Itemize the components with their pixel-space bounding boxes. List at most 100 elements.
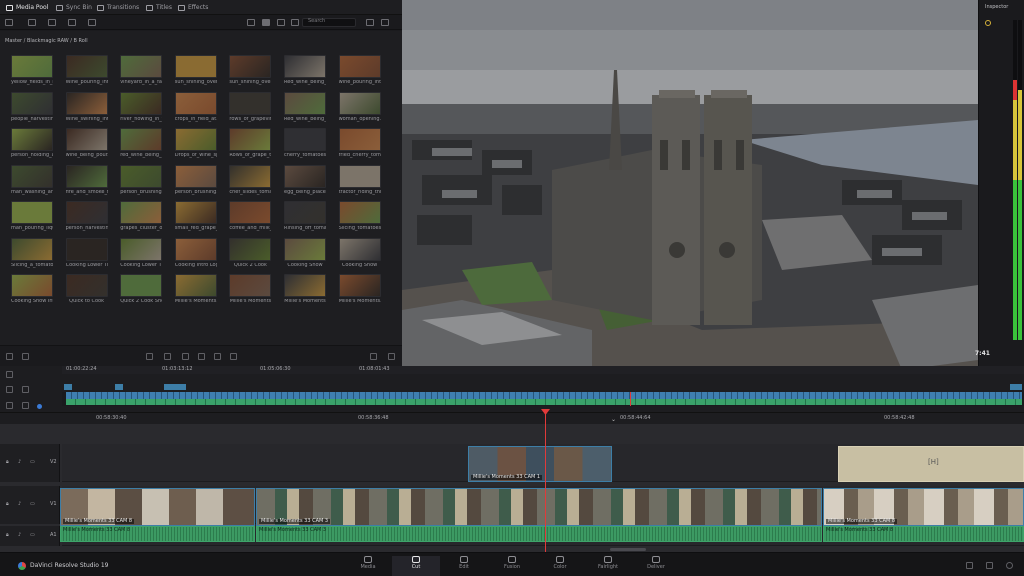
lock-icon[interactable]: 🔒︎ xyxy=(6,533,9,538)
clip-thumbnail[interactable]: Millie's Moments xyxy=(284,274,326,306)
audio-clip-a1-c[interactable]: Millie's Moments 33 CAM 8 xyxy=(823,526,1024,542)
timeline-scrollbar[interactable] xyxy=(610,548,646,551)
audio-clip-a1-b[interactable]: Millie's Moments 33 CAM 3 xyxy=(256,526,822,542)
import-icon[interactable] xyxy=(28,19,36,26)
clip-thumbnail[interactable]: cherry_tomatoes... xyxy=(284,128,326,160)
clip-thumbnail[interactable]: wine_pouring_into... xyxy=(338,55,381,87)
tab-media-pool[interactable]: Media Pool xyxy=(6,4,48,12)
clip-thumbnail[interactable]: tractor_riding_thro... xyxy=(338,164,381,197)
page-color[interactable]: Color xyxy=(536,556,584,576)
clip-thumbnail[interactable]: Millie's Moments xyxy=(229,274,272,306)
clip-thumbnail[interactable]: coffee_and_milk_b... xyxy=(229,201,272,233)
sidebar-toggle-icon[interactable] xyxy=(5,19,13,26)
clip-thumbnail[interactable]: rows_of_grapevin... xyxy=(229,91,272,124)
clip-thumbnail[interactable]: red_wine_being_p... xyxy=(120,128,163,160)
flag-icon[interactable] xyxy=(22,353,29,360)
clip-thumbnail[interactable]: Red_wine_being_po... xyxy=(284,91,326,124)
timeline-overview[interactable] xyxy=(62,392,1024,406)
clip-thumbnail[interactable]: Quick 2 Cook xyxy=(229,237,272,270)
clip-thumbnail[interactable]: people_harvesting... xyxy=(11,91,53,124)
clip-thumbnail[interactable]: person_brushing... xyxy=(120,164,163,197)
search-options-icon[interactable] xyxy=(366,19,374,26)
record-indicator-icon[interactable] xyxy=(37,404,42,409)
tab-transitions[interactable]: Transitions xyxy=(97,4,139,12)
clip-thumbnail[interactable]: man_washing_an... xyxy=(11,164,53,197)
chevron-down-icon[interactable]: ⌄ xyxy=(611,417,616,423)
viewer-mode-icon[interactable] xyxy=(370,353,377,360)
clip-thumbnail[interactable]: chef_slides_tomat... xyxy=(229,164,272,197)
tab-titles[interactable]: Titles xyxy=(146,4,172,12)
smart-insert-icon[interactable] xyxy=(146,353,153,360)
clip-thumbnail[interactable]: Red_wine_being_pour... xyxy=(284,55,326,87)
fullscreen-icon[interactable] xyxy=(388,353,395,360)
monitor-icon[interactable]: ▭ xyxy=(30,533,35,538)
clip-thumbnail[interactable]: Cooking Lower Thi... xyxy=(65,237,108,270)
mini-ruler[interactable]: 01:00:22:24 01:03:13:12 01:05:06:30 01:0… xyxy=(62,366,1024,374)
clip-thumbnail[interactable]: crops_in_field_at... xyxy=(174,91,217,124)
clip-thumbnail[interactable]: fried_cherry_tomat... xyxy=(338,128,381,160)
grid-view-icon[interactable] xyxy=(262,19,270,26)
clip-thumbnail[interactable]: Quick to Cook xyxy=(65,274,108,306)
clip-thumbnail[interactable]: woman_opening... xyxy=(338,91,381,124)
lock-icon[interactable]: 🔒︎ xyxy=(6,460,9,465)
viewer[interactable] xyxy=(402,0,978,390)
audio-meter-icon[interactable] xyxy=(985,20,991,26)
import-folder-icon[interactable] xyxy=(48,19,56,26)
search-input[interactable]: Search xyxy=(302,18,356,27)
clip-thumbnail[interactable]: man_pouring_liqu... xyxy=(11,201,53,233)
clip-thumbnail[interactable]: Rinsing_off_tomat... xyxy=(284,201,326,233)
track-header-v1[interactable]: 🔒︎ ♪ ▭ V1 xyxy=(0,486,60,524)
breadcrumb[interactable]: Master / Blackmagic RAW / B Roll xyxy=(5,39,88,44)
page-fairlight[interactable]: Fairlight xyxy=(584,556,632,576)
clip-thumbnail[interactable]: Millie's Moments... xyxy=(174,274,217,306)
clip-thumbnail[interactable]: fire_and_smoke_f... xyxy=(65,164,108,197)
clip-thumbnail[interactable]: person_harvestin... xyxy=(65,201,108,233)
home-icon[interactable] xyxy=(986,562,993,569)
track-header-a1[interactable]: 🔒︎ ♪ ▭ A1 xyxy=(0,526,60,546)
visibility-icon[interactable] xyxy=(22,386,29,393)
clip-thumbnail[interactable]: Drops_of_wine_sp... xyxy=(174,128,217,160)
timeline-options-icon[interactable] xyxy=(6,371,13,378)
video-clip-v2[interactable]: Millie's Moments 33 CAM 1 xyxy=(468,446,612,482)
source-overwrite-icon[interactable] xyxy=(230,353,237,360)
cloud-icon[interactable] xyxy=(966,562,973,569)
clip-thumbnail[interactable]: Cooking Intro Log... xyxy=(174,237,217,270)
mark-icon[interactable] xyxy=(6,353,13,360)
clip-thumbnail[interactable]: person_holding_a... xyxy=(11,128,53,160)
clip-thumbnail[interactable]: Wine_swirling_into... xyxy=(65,91,108,124)
clip-thumbnail[interactable]: yellow_fields_in_la... xyxy=(11,55,53,87)
monitor-icon[interactable]: ▭ xyxy=(30,460,35,465)
page-fusion[interactable]: Fusion xyxy=(488,556,536,576)
clip-thumbnail[interactable]: Cooking Show xyxy=(338,237,381,270)
list-view-icon[interactable] xyxy=(247,19,255,26)
clip-thumbnail[interactable]: sun_shining_over... xyxy=(174,55,217,87)
clip-thumbnail[interactable]: Cooking Show xyxy=(284,237,326,270)
snap-icon[interactable] xyxy=(22,402,29,409)
clip-thumbnail[interactable]: Slicing_a_tomato... xyxy=(11,237,53,270)
audio-clip-a1-a[interactable]: Millie's Moments 33 CAM 8 xyxy=(60,526,255,542)
filmstrip-view-icon[interactable] xyxy=(277,19,285,26)
speaker-icon[interactable]: ♪ xyxy=(18,460,21,465)
page-deliver[interactable]: Deliver xyxy=(632,556,680,576)
clip-thumbnail[interactable]: Rows_of_grape_tr... xyxy=(229,128,272,160)
clip-thumbnail[interactable]: Slicing_tomatoes... xyxy=(338,201,381,233)
ripple-overwrite-icon[interactable] xyxy=(182,353,189,360)
sync-icon[interactable] xyxy=(68,19,76,26)
clip-thumbnail[interactable]: Cooking Show Int... xyxy=(11,274,53,306)
clip-thumbnail[interactable]: vineyard_in_a_far... xyxy=(120,55,163,87)
page-media[interactable]: Media xyxy=(344,556,392,576)
refresh-icon[interactable] xyxy=(381,19,389,26)
lock-icon[interactable] xyxy=(6,386,13,393)
clip-thumbnail[interactable]: wine_being_pour... xyxy=(65,128,108,160)
video-clip-v1-a[interactable]: Millie's Moments 33 CAM 8 xyxy=(60,488,255,526)
page-cut[interactable]: Cut xyxy=(392,556,440,576)
track-header-v2[interactable]: 🔒︎ ♪ ▭ V2 xyxy=(0,444,60,482)
clip-thumbnail[interactable]: grapes_cluster_on... xyxy=(120,201,163,233)
clip-thumbnail[interactable]: Millie's Moments... xyxy=(338,274,381,306)
tab-effects[interactable]: Effects xyxy=(178,4,208,12)
video-clip-v1-b[interactable]: Millie's Moments 33 CAM 3 xyxy=(256,488,822,526)
monitor-icon[interactable]: ▭ xyxy=(30,502,35,507)
sort-icon[interactable] xyxy=(291,19,299,26)
video-clip-v1-c[interactable]: Millie's Moments 33 CAM 8 xyxy=(823,488,1024,526)
clip-thumbnail[interactable]: Wine_pouring_into... xyxy=(65,55,108,87)
